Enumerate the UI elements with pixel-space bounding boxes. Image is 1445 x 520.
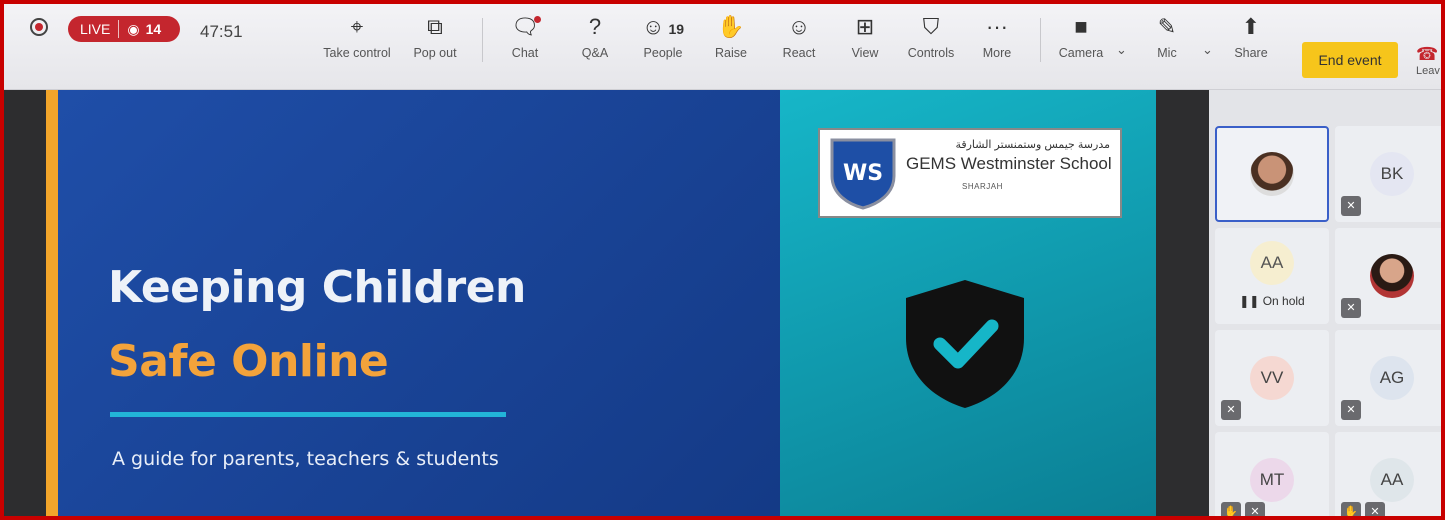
pause-icon: ❚❚ [1239,294,1263,308]
slide-right-panel: WS مدرسة جيمس وستمنستر الشارقة GEMS West… [780,90,1156,516]
share-icon: ⬆ [1241,14,1261,39]
react-button[interactable]: ☺ React [764,12,834,60]
app-window: LIVE ◉ 14 47:51 ⌖ Take control ⧉ Pop out… [4,4,1441,516]
avatar: MT [1250,458,1294,502]
share-label: Share [1234,46,1268,60]
more-label: More [982,46,1012,60]
controls-label: Controls [907,46,955,60]
mic-options-chevron-icon[interactable]: ⌄ [1202,42,1213,58]
logo-location: SHARJAH [962,182,1003,191]
camera-button[interactable]: ■ Camera [1046,12,1116,60]
school-logo: WS مدرسة جيمس وستمنستر الشارقة GEMS West… [818,128,1122,218]
participant-tile[interactable] [1215,126,1329,222]
recording-icon [30,18,48,36]
qa-icon: ? [588,14,602,39]
toolbar-divider [482,18,483,62]
more-icon: ··· [986,14,1008,39]
hand-icon: ✋ [1221,502,1241,516]
shared-screen: Keeping Children Safe Online A guide for… [4,90,1209,516]
mic-off-icon: ✕ [1365,502,1385,516]
camera-off-icon: ■ [1074,14,1088,39]
mic-off-icon: ✕ [1341,400,1361,420]
share-button[interactable]: ⬆ Share [1216,12,1286,60]
qa-button[interactable]: ? Q&A [560,12,630,60]
camera-options-chevron-icon[interactable]: ⌄ [1116,42,1127,58]
avatar: AG [1370,356,1414,400]
avatar [1370,254,1414,298]
camera-label: Camera [1058,46,1104,60]
participant-tile[interactable]: AA ❚❚ On hold [1215,228,1329,324]
mic-button[interactable]: ✎ Mic [1132,12,1202,60]
ws-shield-icon: WS [830,138,896,210]
mic-off-icon: ✕ [1341,196,1361,216]
smile-icon: ☺ [787,14,811,39]
hand-icon: ✋ [717,14,745,39]
people-icon: ☺ 19 [641,14,685,39]
shield-check-icon [906,280,1024,408]
slide-left-panel: Keeping Children Safe Online A guide for… [46,90,780,516]
viewer-count: 14 [145,21,162,37]
participant-tile[interactable]: VV ✕ [1215,330,1329,426]
shield-settings-icon: ⛉ [922,14,940,39]
logo-arabic-text: مدرسة جيمس وستمنستر الشارقة [955,139,1110,151]
on-hold-status: ❚❚ On hold [1215,294,1329,308]
mic-off-icon: ✕ [1341,298,1361,318]
participant-tile[interactable]: ✕ [1335,228,1441,324]
live-label: LIVE [68,20,120,38]
leave-button[interactable]: ☎ Leav [1416,44,1441,77]
participant-tile[interactable]: AG ✕ [1335,330,1441,426]
mic-off-icon: ✕ [1221,400,1241,420]
people-button[interactable]: ☺ 19 People [628,12,698,60]
view-button[interactable]: ⊞ View [830,12,900,60]
live-badge: LIVE ◉ 14 [68,16,180,42]
meeting-timer: 47:51 [200,22,243,41]
more-button[interactable]: ··· More [962,12,1032,60]
chat-icon: 🗨 [511,14,539,39]
slide-title-line1: Keeping Children [108,262,526,313]
leave-label: Leav [1416,65,1440,77]
mic-label: Mic [1157,46,1177,60]
participant-tile[interactable]: BK ✕ [1335,126,1441,222]
raise-label: Raise [715,46,747,60]
pop-out-label: Pop out [413,46,457,60]
participant-tile[interactable]: MT ✋ ✕ [1215,432,1329,516]
slide-subtitle: A guide for parents, teachers & students [112,448,499,470]
avatar: AA [1370,458,1414,502]
avatar: AA [1250,240,1294,285]
take-control-icon: ⌖ [350,14,364,39]
mic-off-icon: ✎ [1157,14,1177,39]
participant-tile[interactable]: AA ✋ ✕ [1335,432,1441,516]
logo-school-name: GEMS Westminster School [906,154,1112,173]
eye-icon: ◉ [127,20,140,37]
take-control-label: Take control [323,46,391,60]
slide-title-line2: Safe Online [108,336,389,387]
phone-icon: ☎ [1416,44,1439,64]
unread-dot [534,16,541,23]
slide-divider [110,412,506,417]
grid-icon: ⊞ [855,14,875,39]
hold-label: On hold [1262,294,1305,308]
people-count: 19 [668,21,685,37]
logo-mark: WS [843,161,883,186]
avatar [1250,152,1294,196]
hand-icon: ✋ [1341,502,1361,516]
toolbar-divider [1040,18,1041,62]
end-event-button[interactable]: End event [1302,42,1398,78]
view-label: View [851,46,879,60]
chat-label: Chat [511,46,539,60]
controls-button[interactable]: ⛉ Controls [896,12,966,60]
mic-off-icon: ✕ [1245,502,1265,516]
chat-button[interactable]: 🗨 Chat [490,12,560,60]
qa-label: Q&A [581,46,609,60]
react-label: React [782,46,816,60]
pop-out-icon: ⧉ [427,14,443,39]
raise-hand-button[interactable]: ✋ Raise [696,12,766,60]
meeting-toolbar: LIVE ◉ 14 47:51 ⌖ Take control ⧉ Pop out… [4,4,1441,90]
people-label: People [643,46,683,60]
take-control-button[interactable]: ⌖ Take control [322,12,392,60]
avatar: VV [1250,356,1294,400]
avatar: BK [1370,152,1414,196]
pop-out-button[interactable]: ⧉ Pop out [400,12,470,60]
participants-panel: BK ✕ AA ❚❚ On hold ✕ VV ✕ AG ✕ MT ✋ ✕ AA… [1209,90,1441,516]
